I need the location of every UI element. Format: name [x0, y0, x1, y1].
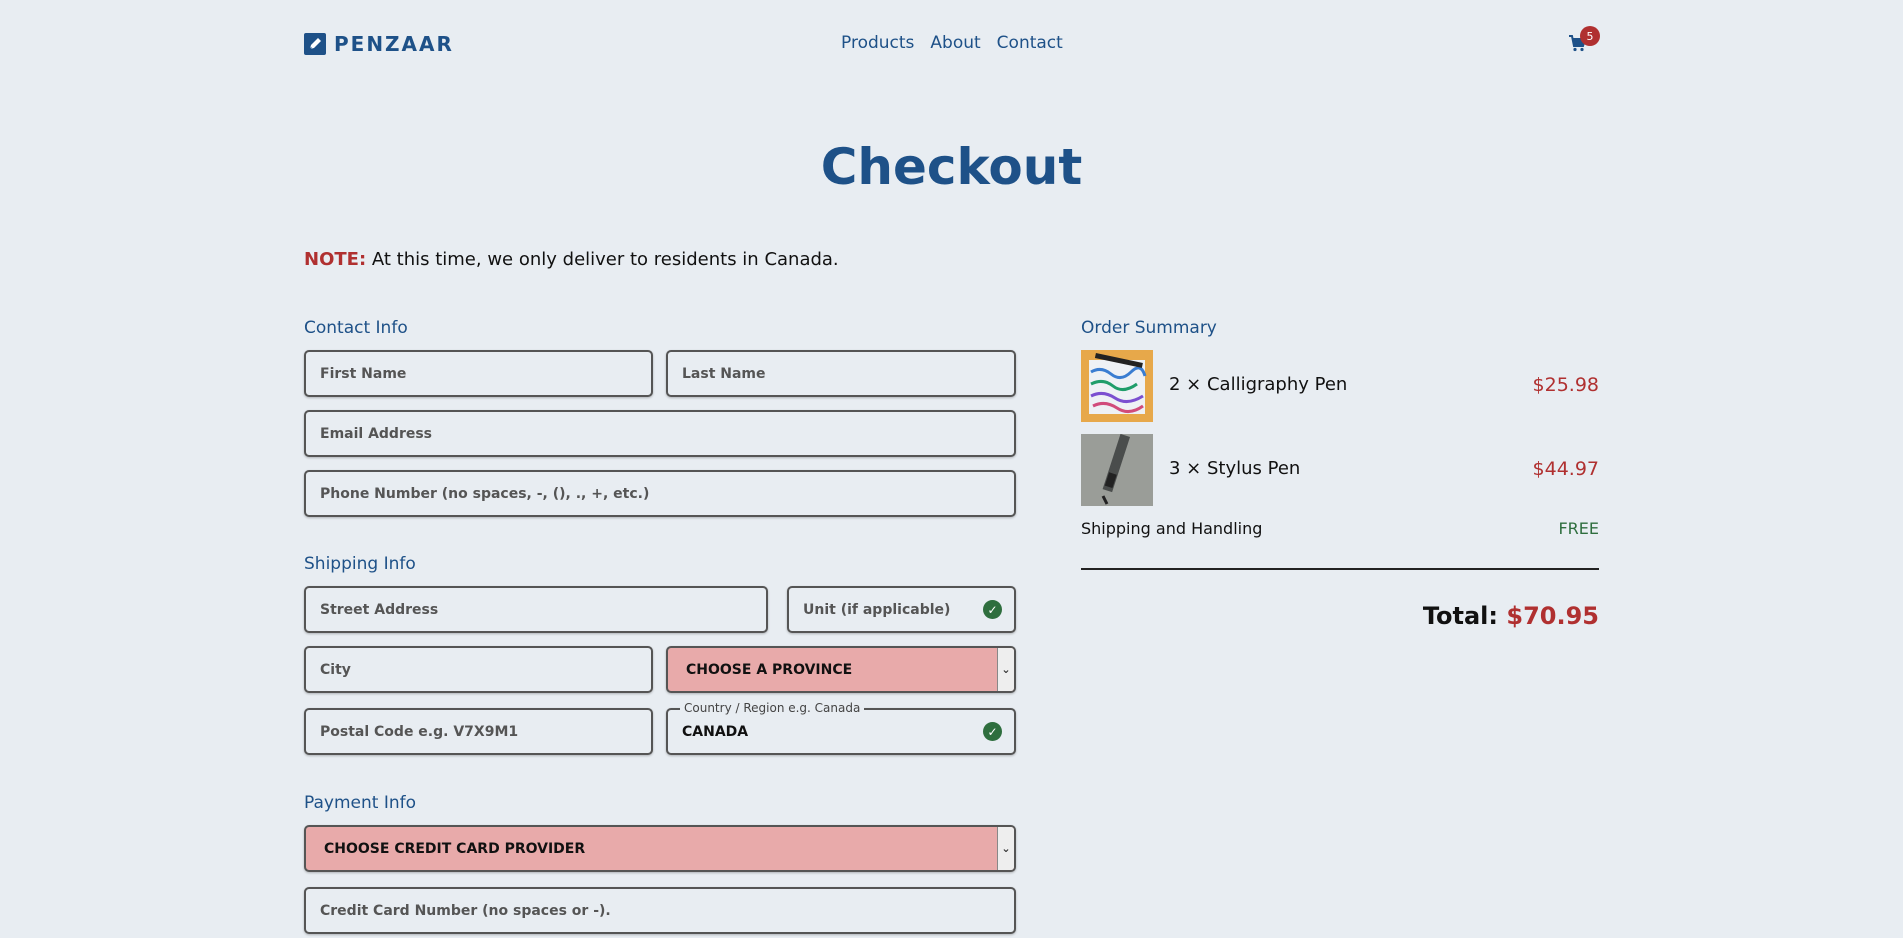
main-nav: Products About Contact — [841, 33, 1063, 53]
chevron-down-icon: ⌄ — [997, 827, 1014, 870]
pen-icon — [304, 33, 326, 55]
total-amount: $70.95 — [1506, 602, 1599, 630]
order-total: Total: $70.95 — [1081, 602, 1599, 630]
item-name: 2 × Calligraphy Pen — [1169, 374, 1348, 395]
street-address-field[interactable]: Street Address — [304, 586, 768, 633]
item-price: $44.97 — [1532, 458, 1599, 480]
summary-divider — [1081, 568, 1599, 570]
shipping-label: Shipping and Handling — [1081, 519, 1263, 538]
nav-products-link[interactable]: Products — [841, 33, 914, 53]
summary-item: 2 × Calligraphy Pen $25.98 — [1081, 350, 1599, 422]
stylus-pen-image — [1081, 433, 1153, 506]
total-label: Total: — [1422, 602, 1499, 630]
last-name-placeholder: Last Name — [682, 365, 766, 382]
summary-item: 3 × Stylus Pen $44.97 — [1081, 433, 1599, 506]
last-name-field[interactable]: Last Name — [666, 350, 1016, 397]
page-title: Checkout — [820, 138, 1083, 196]
city-placeholder: City — [320, 661, 351, 678]
country-label: Country / Region e.g. Canada — [680, 701, 865, 715]
site-header: PENZAAR Products About Contact 5 — [304, 26, 1600, 58]
country-value: CANADA — [682, 723, 749, 740]
street-placeholder: Street Address — [320, 601, 439, 618]
item-name: 3 × Stylus Pen — [1169, 458, 1301, 479]
check-icon: ✓ — [983, 722, 1002, 741]
chevron-down-icon: ⌄ — [997, 648, 1014, 691]
phone-field[interactable]: Phone Number (no spaces, -, (), ., +, et… — [304, 470, 1016, 517]
check-icon: ✓ — [983, 600, 1002, 619]
card-provider-selected: CHOOSE CREDIT CARD PROVIDER — [324, 840, 586, 857]
card-number-field[interactable]: Credit Card Number (no spaces or -). — [304, 887, 1016, 934]
item-price: $25.98 — [1532, 374, 1599, 396]
first-name-field[interactable]: First Name — [304, 350, 653, 397]
cart-button[interactable]: 5 — [1568, 26, 1600, 56]
payment-info-title: Payment Info — [304, 793, 417, 813]
country-field[interactable]: Country / Region e.g. Canada CANADA ✓ — [666, 701, 1016, 755]
shipping-info-title: Shipping Info — [304, 554, 416, 574]
email-field[interactable]: Email Address — [304, 410, 1016, 457]
note-label: NOTE: — [304, 249, 367, 270]
contact-info-title: Contact Info — [304, 318, 408, 338]
order-summary-title: Order Summary — [1081, 318, 1217, 338]
brand-logo[interactable]: PENZAAR — [304, 32, 454, 56]
province-selected: CHOOSE A PROVINCE — [686, 661, 853, 678]
delivery-note: NOTE: At this time, we only deliver to r… — [304, 249, 839, 270]
province-select[interactable]: CHOOSE A PROVINCE ⌄ — [666, 646, 1016, 693]
postal-code-field[interactable]: Postal Code e.g. V7X9M1 — [304, 708, 653, 755]
card-number-placeholder: Credit Card Number (no spaces or -). — [320, 902, 611, 919]
nav-about-link[interactable]: About — [930, 33, 980, 53]
calligraphy-pen-image — [1081, 350, 1153, 422]
unit-placeholder: Unit (if applicable) — [803, 601, 951, 618]
postal-placeholder: Postal Code e.g. V7X9M1 — [320, 723, 519, 740]
city-field[interactable]: City — [304, 646, 653, 693]
brand-name: PENZAAR — [334, 32, 454, 56]
phone-placeholder: Phone Number (no spaces, -, (), ., +, et… — [320, 485, 650, 502]
cart-count-badge: 5 — [1580, 26, 1600, 46]
email-placeholder: Email Address — [320, 425, 433, 442]
note-text: At this time, we only deliver to residen… — [371, 249, 839, 270]
nav-contact-link[interactable]: Contact — [997, 33, 1063, 53]
unit-field[interactable]: Unit (if applicable) ✓ — [787, 586, 1016, 633]
card-provider-select[interactable]: CHOOSE CREDIT CARD PROVIDER ⌄ — [304, 825, 1016, 872]
shipping-value: FREE — [1558, 519, 1599, 538]
first-name-placeholder: First Name — [320, 365, 407, 382]
